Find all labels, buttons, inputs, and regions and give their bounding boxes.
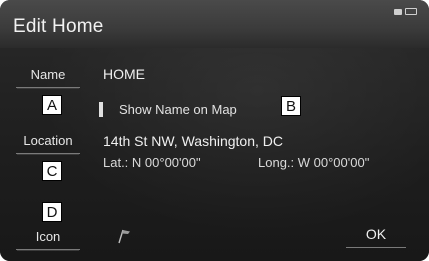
toggle-indicator [99,101,103,117]
battery-icon [405,8,417,15]
name-button[interactable]: Name [16,61,80,88]
callout-d: D [42,202,62,222]
latitude-value: Lat.: N 00°00'00" [103,155,201,170]
name-value: HOME [103,66,145,82]
location-button[interactable]: Location [16,127,80,154]
ok-button[interactable]: OK [346,221,406,248]
signal-icon [394,8,402,15]
icon-button[interactable]: Icon [16,223,80,250]
location-button-label: Location [23,132,73,148]
icon-button-label: Icon [35,228,61,244]
status-bar [394,8,417,15]
callout-a: A [42,95,62,115]
callout-b: B [281,96,301,116]
address-value: 14th St NW, Washington, DC [103,133,283,149]
flag-icon [117,228,133,244]
show-name-on-map-toggle[interactable]: Show Name on Map [99,97,277,121]
page-title: Edit Home [13,16,104,37]
ok-button-label: OK [365,226,387,242]
navigation-screen: Edit Home Name HOME A Show Name on Map B… [0,0,429,261]
name-button-label: Name [30,66,66,82]
longitude-value: Long.: W 00°00'00" [258,155,370,170]
callout-c: C [42,161,62,181]
show-name-on-map-label: Show Name on Map [119,101,237,117]
